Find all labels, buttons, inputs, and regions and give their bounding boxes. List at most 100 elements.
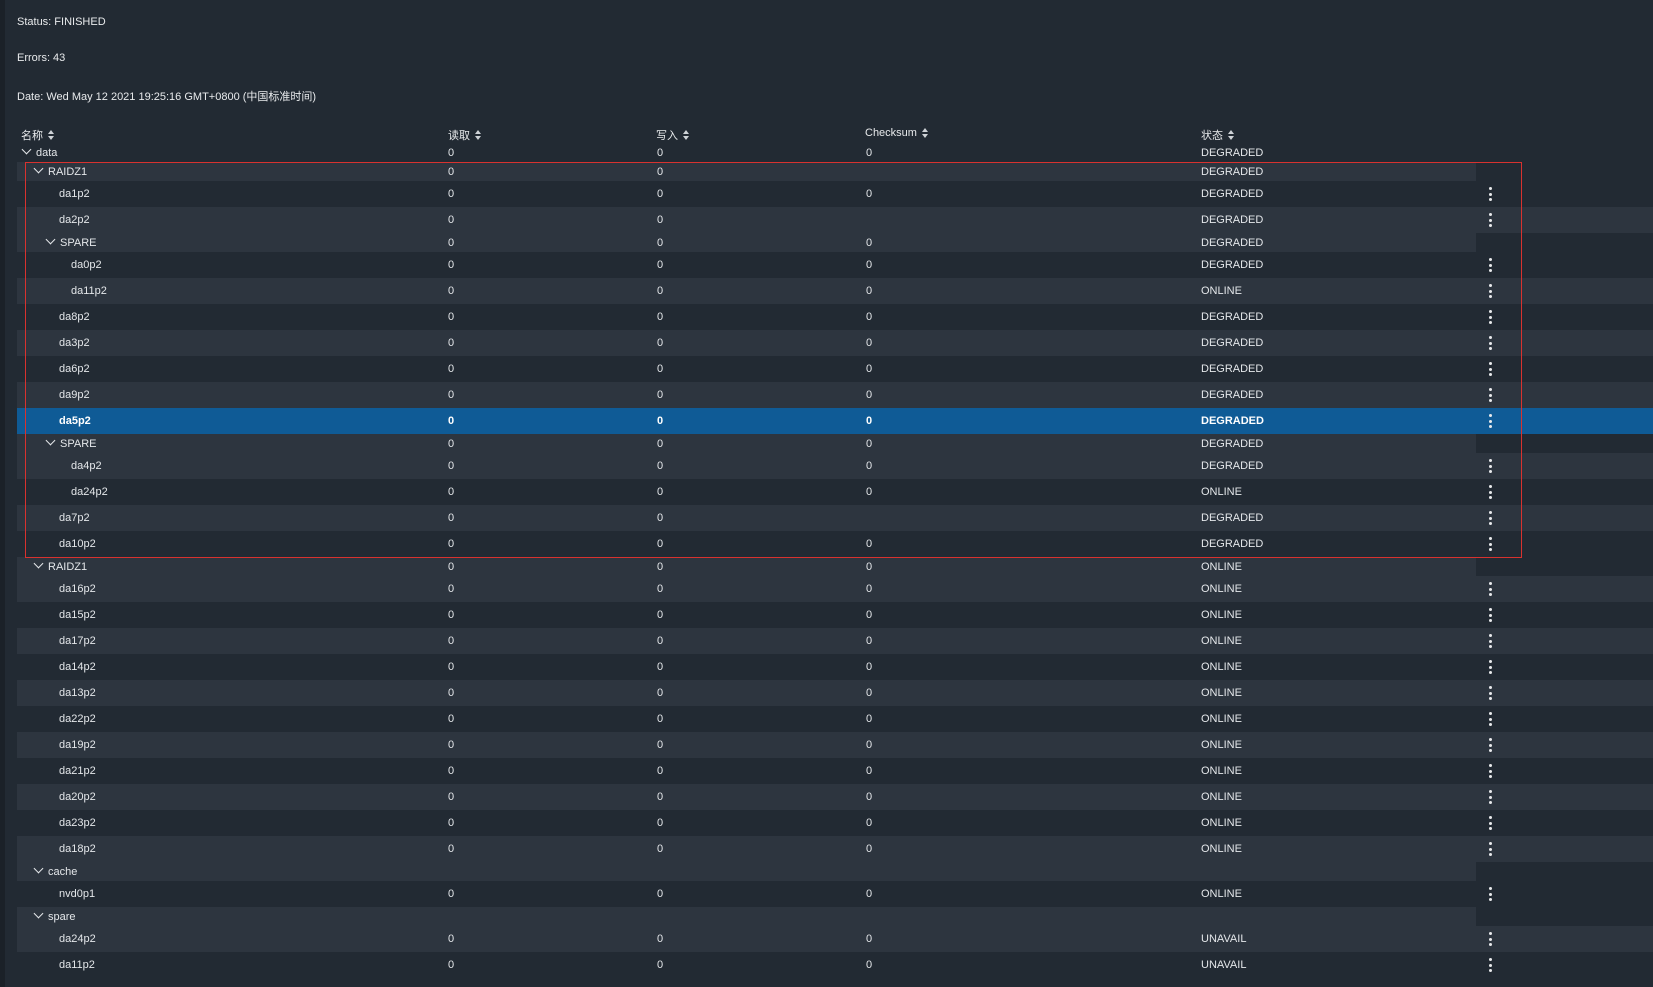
table-row[interactable]: da8p2 0 0 0 DEGRADED — [17, 304, 1653, 330]
table-row[interactable]: da21p2 0 0 0 ONLINE — [17, 758, 1653, 784]
more-vert-icon[interactable] — [1485, 790, 1495, 804]
sort-icon[interactable] — [1228, 130, 1235, 140]
table-row[interactable]: da5p2 0 0 0 DEGRADED — [17, 408, 1653, 434]
more-vert-icon[interactable] — [1485, 816, 1495, 830]
group-row[interactable]: data 0 0 0 DEGRADED — [17, 143, 1653, 162]
column-header-checksum[interactable]: Checksum — [865, 127, 929, 139]
sort-icon[interactable] — [475, 130, 482, 140]
more-vert-icon[interactable] — [1485, 336, 1495, 350]
sort-icon[interactable] — [921, 128, 929, 138]
column-header-write[interactable]: 写入 — [656, 127, 690, 143]
more-vert-icon[interactable] — [1485, 388, 1495, 402]
more-vert-icon[interactable] — [1485, 537, 1495, 551]
table-row[interactable]: da9p2 0 0 0 DEGRADED — [17, 382, 1653, 408]
scrub-errors: Errors: 43 — [17, 52, 66, 64]
chevron-down-icon[interactable] — [45, 234, 56, 244]
more-vert-icon[interactable] — [1485, 485, 1495, 499]
group-row[interactable]: spare — [17, 907, 1476, 926]
group-row[interactable]: SPARE 0 0 0 DEGRADED — [17, 434, 1476, 453]
table-row[interactable]: da22p2 0 0 0 ONLINE — [17, 706, 1653, 732]
table-row[interactable]: da0p2 0 0 0 DEGRADED — [17, 252, 1653, 278]
checksum-errors: 0 — [866, 765, 873, 777]
group-row[interactable]: RAIDZ1 0 0 DEGRADED — [17, 162, 1476, 181]
table-row[interactable]: da3p2 0 0 0 DEGRADED — [17, 330, 1653, 356]
table-row[interactable]: da10p2 0 0 0 DEGRADED — [17, 531, 1653, 557]
device-name: da9p2 — [59, 389, 90, 401]
more-vert-icon[interactable] — [1485, 582, 1495, 596]
table-row[interactable]: da23p2 0 0 0 ONLINE — [17, 810, 1653, 836]
checksum-errors: 0 — [866, 337, 873, 349]
read-errors: 0 — [448, 583, 455, 595]
row-name: da22p2 — [59, 713, 96, 725]
more-vert-icon[interactable] — [1485, 459, 1495, 473]
more-vert-icon[interactable] — [1485, 712, 1495, 726]
more-vert-icon[interactable] — [1485, 511, 1495, 525]
chevron-down-icon[interactable] — [33, 163, 44, 173]
table-row[interactable]: da24p2 0 0 0 ONLINE — [17, 479, 1653, 505]
more-vert-icon[interactable] — [1485, 842, 1495, 856]
write-errors: 0 — [657, 583, 664, 595]
table-row[interactable]: da16p2 0 0 0 ONLINE — [17, 576, 1653, 602]
table-row[interactable]: da14p2 0 0 0 ONLINE — [17, 654, 1653, 680]
table-row[interactable]: da1p2 0 0 0 DEGRADED — [17, 181, 1653, 207]
column-header-read[interactable]: 读取 — [448, 127, 482, 143]
sort-icon[interactable] — [683, 130, 690, 140]
table-row[interactable]: da13p2 0 0 0 ONLINE — [17, 680, 1653, 706]
more-vert-icon[interactable] — [1485, 258, 1495, 272]
more-vert-icon[interactable] — [1485, 764, 1495, 778]
chevron-down-icon[interactable] — [33, 558, 44, 568]
table-row[interactable]: da15p2 0 0 0 ONLINE — [17, 602, 1653, 628]
more-vert-icon[interactable] — [1485, 634, 1495, 648]
read-errors: 0 — [448, 635, 455, 647]
chevron-down-icon[interactable] — [45, 435, 56, 445]
device-name: da2p2 — [59, 214, 90, 226]
table-row[interactable]: da4p2 0 0 0 DEGRADED — [17, 453, 1653, 479]
more-vert-icon[interactable] — [1485, 608, 1495, 622]
device-state: ONLINE — [1201, 635, 1242, 647]
column-header-status[interactable]: 状态 — [1201, 127, 1235, 143]
table-row[interactable]: da2p2 0 0 DEGRADED — [17, 207, 1653, 233]
device-name: da6p2 — [59, 363, 90, 375]
table-row[interactable]: da7p2 0 0 DEGRADED — [17, 505, 1653, 531]
chevron-down-icon[interactable] — [21, 144, 32, 154]
pool-status-table: 名称 读取 写入 Checksum 状态 data 0 0 0 DEGRADED RAID… — [17, 125, 1653, 978]
table-row[interactable]: nvd0p1 0 0 0 ONLINE — [17, 881, 1653, 907]
group-row[interactable]: RAIDZ1 0 0 0 ONLINE — [17, 557, 1476, 576]
more-vert-icon[interactable] — [1485, 958, 1495, 972]
write-errors: 0 — [657, 214, 664, 226]
more-vert-icon[interactable] — [1485, 284, 1495, 298]
table-row[interactable]: da20p2 0 0 0 ONLINE — [17, 784, 1653, 810]
write-errors: 0 — [657, 389, 664, 401]
chevron-down-icon[interactable] — [33, 908, 44, 918]
sort-icon[interactable] — [48, 130, 55, 140]
device-state: DEGRADED — [1201, 337, 1264, 349]
device-state: DEGRADED — [1201, 460, 1264, 472]
more-vert-icon[interactable] — [1485, 660, 1495, 674]
more-vert-icon[interactable] — [1485, 187, 1495, 201]
table-row[interactable]: da11p2 0 0 0 UNAVAIL — [17, 952, 1653, 978]
device-state: DEGRADED — [1201, 214, 1264, 226]
more-vert-icon[interactable] — [1485, 310, 1495, 324]
more-vert-icon[interactable] — [1485, 362, 1495, 376]
table-row[interactable]: da24p2 0 0 0 UNAVAIL — [17, 926, 1653, 952]
row-name: da18p2 — [59, 843, 96, 855]
device-name: data — [36, 146, 58, 159]
more-vert-icon[interactable] — [1485, 213, 1495, 227]
more-vert-icon[interactable] — [1485, 887, 1495, 901]
row-name: da0p2 — [71, 259, 102, 271]
table-row[interactable]: da18p2 0 0 0 ONLINE — [17, 836, 1653, 862]
more-vert-icon[interactable] — [1485, 414, 1495, 428]
more-vert-icon[interactable] — [1485, 738, 1495, 752]
table-row[interactable]: da11p2 0 0 0 ONLINE — [17, 278, 1653, 304]
table-row[interactable]: da6p2 0 0 0 DEGRADED — [17, 356, 1653, 382]
column-header-name[interactable]: 名称 — [21, 127, 55, 143]
more-vert-icon[interactable] — [1485, 686, 1495, 700]
group-row[interactable]: cache — [17, 862, 1476, 881]
table-row[interactable]: da19p2 0 0 0 ONLINE — [17, 732, 1653, 758]
chevron-down-icon[interactable] — [33, 863, 44, 873]
group-row[interactable]: SPARE 0 0 0 DEGRADED — [17, 233, 1476, 252]
write-errors: 0 — [657, 817, 664, 829]
table-row[interactable]: da17p2 0 0 0 ONLINE — [17, 628, 1653, 654]
checksum-errors: 0 — [866, 415, 873, 427]
more-vert-icon[interactable] — [1485, 932, 1495, 946]
